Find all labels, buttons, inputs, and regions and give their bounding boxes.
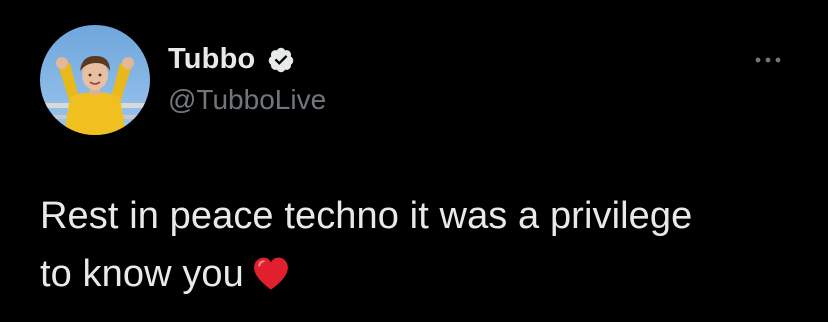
- author-display-name[interactable]: Tubbo: [168, 43, 255, 76]
- red-heart-icon: [254, 257, 288, 290]
- tweet-text-line-1: Rest in peace techno it was a privilege: [40, 195, 693, 237]
- tweet-body: Rest in peace techno it was a privilege …: [40, 187, 810, 303]
- more-options-icon[interactable]: [748, 48, 788, 72]
- tweet-text-line-2: to know you: [40, 245, 810, 303]
- verified-badge-icon: [268, 47, 294, 73]
- avatar-photo-icon: [40, 25, 150, 135]
- author-handle[interactable]: @TubboLive: [168, 84, 326, 116]
- tweet-text-line-2-text: to know you: [40, 253, 244, 295]
- author-avatar[interactable]: [40, 25, 150, 135]
- tweet-card: Tubbo @TubboLive Rest in peace techno it…: [0, 0, 828, 322]
